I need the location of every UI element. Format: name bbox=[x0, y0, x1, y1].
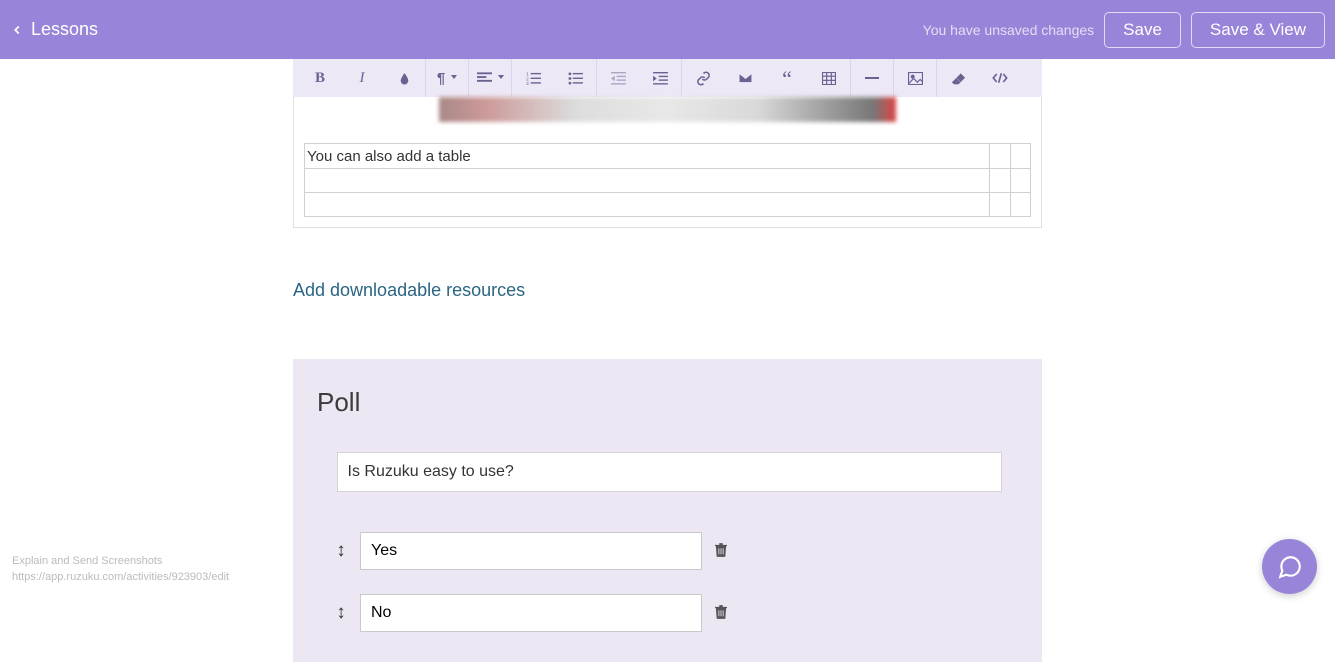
unordered-list-button[interactable] bbox=[554, 59, 596, 97]
trash-icon bbox=[715, 605, 727, 619]
save-and-view-button[interactable]: Save & View bbox=[1191, 12, 1325, 48]
poll-option-input[interactable] bbox=[360, 594, 702, 632]
add-downloadable-resources-link[interactable]: Add downloadable resources bbox=[293, 280, 1042, 301]
italic-icon: I bbox=[360, 70, 365, 87]
minus-icon bbox=[865, 77, 879, 79]
align-button[interactable] bbox=[469, 59, 511, 97]
table-cell[interactable] bbox=[1010, 144, 1030, 169]
email-button[interactable] bbox=[724, 59, 766, 97]
table-cell[interactable] bbox=[990, 193, 1010, 217]
editor-content-area[interactable]: You can also add a table bbox=[293, 97, 1042, 228]
bold-icon: B bbox=[315, 70, 325, 87]
editor-toolbar: B I ¶ 123 “ bbox=[293, 59, 1042, 97]
align-left-icon bbox=[477, 72, 492, 84]
envelope-icon bbox=[738, 72, 753, 84]
chevron-down-icon bbox=[451, 75, 457, 79]
paragraph-format-button[interactable]: ¶ bbox=[426, 59, 468, 97]
indent-button[interactable] bbox=[639, 59, 681, 97]
horizontal-rule-button[interactable] bbox=[851, 59, 893, 97]
eraser-icon bbox=[951, 72, 966, 85]
poll-question-input[interactable] bbox=[337, 452, 1002, 492]
table-cell[interactable] bbox=[990, 144, 1010, 169]
delete-option-button[interactable] bbox=[715, 605, 727, 622]
unsaved-changes-text: You have unsaved changes bbox=[923, 22, 1095, 38]
code-view-button[interactable] bbox=[979, 59, 1021, 97]
ordered-list-icon: 123 bbox=[526, 72, 541, 85]
table-cell[interactable]: You can also add a table bbox=[305, 144, 990, 169]
poll-option-input[interactable] bbox=[360, 532, 702, 570]
clear-formatting-button[interactable] bbox=[937, 59, 979, 97]
table-cell[interactable] bbox=[305, 169, 990, 193]
ordered-list-button[interactable]: 123 bbox=[512, 59, 554, 97]
drag-handle-icon[interactable]: ↕ bbox=[332, 540, 350, 562]
chevron-down-icon bbox=[498, 75, 504, 79]
outdent-button[interactable] bbox=[597, 59, 639, 97]
image-button[interactable] bbox=[894, 59, 936, 97]
italic-button[interactable]: I bbox=[341, 59, 383, 97]
header-title: Lessons bbox=[31, 19, 98, 40]
table-button[interactable] bbox=[808, 59, 850, 97]
table-cell[interactable] bbox=[990, 169, 1010, 193]
quote-icon: “ bbox=[782, 73, 792, 84]
poll-section: Poll ↕ ↕ bbox=[293, 359, 1042, 662]
caption-line: Explain and Send Screenshots bbox=[12, 554, 229, 569]
table-icon bbox=[822, 72, 836, 85]
caption-url: https://app.ruzuku.com/activities/923903… bbox=[12, 570, 229, 585]
bold-button[interactable]: B bbox=[299, 59, 341, 97]
chat-icon bbox=[1277, 554, 1303, 580]
save-button[interactable]: Save bbox=[1104, 12, 1181, 48]
help-chat-button[interactable] bbox=[1262, 539, 1317, 594]
link-icon bbox=[696, 71, 711, 86]
code-icon bbox=[992, 72, 1008, 84]
content-image[interactable] bbox=[439, 97, 896, 122]
text-color-button[interactable] bbox=[383, 59, 425, 97]
chevron-left-icon bbox=[10, 23, 24, 37]
poll-option-row: ↕ bbox=[317, 532, 1021, 570]
link-button[interactable] bbox=[682, 59, 724, 97]
droplet-icon bbox=[398, 71, 411, 86]
table-cell[interactable] bbox=[1010, 169, 1030, 193]
screenshot-caption: Explain and Send Screenshots https://app… bbox=[12, 554, 229, 585]
unordered-list-icon bbox=[568, 72, 583, 85]
quote-button[interactable]: “ bbox=[766, 59, 808, 97]
poll-heading: Poll bbox=[317, 387, 1021, 418]
indent-icon bbox=[653, 72, 668, 85]
poll-option-row: ↕ bbox=[317, 594, 1021, 632]
drag-handle-icon[interactable]: ↕ bbox=[332, 602, 350, 624]
delete-option-button[interactable] bbox=[715, 543, 727, 560]
content-table[interactable]: You can also add a table bbox=[304, 143, 1031, 217]
back-to-lessons[interactable]: Lessons bbox=[10, 19, 98, 40]
table-cell[interactable] bbox=[1010, 193, 1030, 217]
trash-icon bbox=[715, 543, 727, 557]
outdent-icon bbox=[611, 72, 626, 85]
table-cell[interactable] bbox=[305, 193, 990, 217]
image-icon bbox=[908, 72, 923, 85]
paragraph-icon: ¶ bbox=[437, 70, 445, 87]
svg-text:3: 3 bbox=[526, 81, 529, 85]
